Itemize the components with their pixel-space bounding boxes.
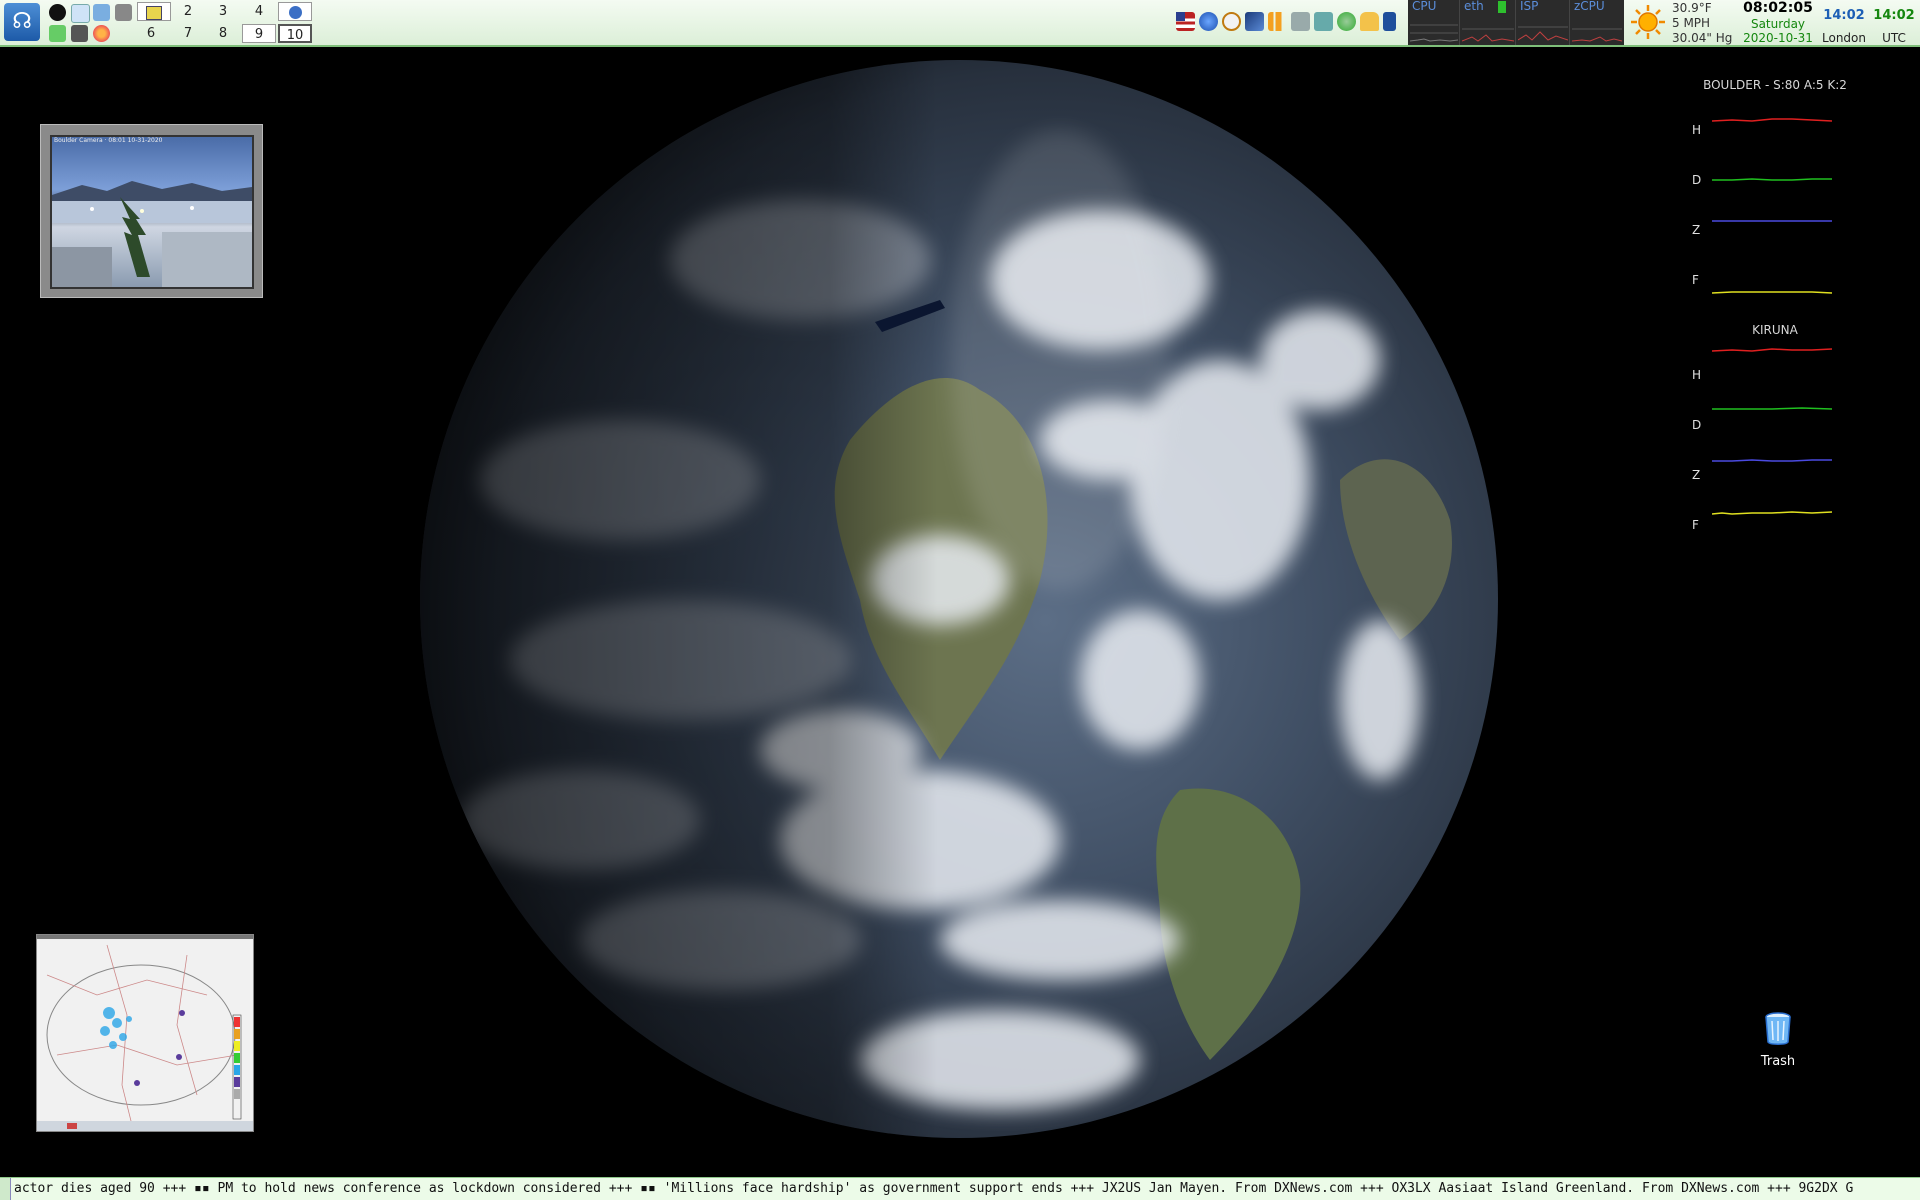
globe-window-icon (288, 6, 302, 19)
boulder-d-label: D (1692, 173, 1702, 187)
app-launcher-icon[interactable] (49, 4, 66, 21)
webcam-scene (52, 181, 252, 287)
local-time: 08:02:05 (1743, 0, 1813, 16)
start-menu-button[interactable]: ☊ (4, 3, 40, 41)
date-text: 2020-10-31 (1743, 31, 1813, 45)
wind-speed-text: 5 MPH (1672, 16, 1711, 30)
desktop-6-button[interactable]: 6 (134, 24, 168, 43)
webcam-caption: Boulder Camera · 08:01 10-31-2020 (54, 137, 163, 144)
globe-icon[interactable] (1199, 12, 1218, 31)
isp-monitor-label: ISP (1520, 0, 1539, 13)
earth-globe-image (420, 60, 1498, 1138)
boulder-f-trace (1712, 291, 1833, 294)
terminal-icon[interactable] (71, 25, 88, 42)
sunny-weather-icon[interactable] (1630, 4, 1666, 40)
kiruna-f-trace (1712, 511, 1833, 515)
kiruna-f-label: F (1692, 518, 1699, 532)
kiruna-d-label: D (1692, 418, 1702, 432)
clock-widget[interactable]: 08:02:05 Saturday 2020-10-31 14:02 Londo… (1738, 0, 1920, 45)
lock-icon[interactable] (1360, 12, 1379, 31)
desktop-10-button[interactable]: 10 (278, 24, 312, 43)
london-time: 14:02 (1823, 8, 1865, 23)
network-icon[interactable] (1337, 12, 1356, 31)
zcpu-monitor-label: zCPU (1574, 0, 1605, 13)
battery-icon[interactable] (1383, 12, 1396, 31)
volume-mute-icon[interactable] (1291, 12, 1310, 31)
kiruna-z-trace (1712, 459, 1832, 462)
webcam-image: Boulder Camera · 08:01 10-31-2020 (50, 135, 254, 289)
boulder-f-label: F (1692, 273, 1699, 287)
desktop-9-button[interactable]: 9 (242, 24, 276, 43)
ticker-drag-handle[interactable] (0, 1178, 11, 1200)
top-panel: ☊ 2 3 4 6 7 8 9 10 CPU eth ISP zCPU 30.9… (0, 0, 1920, 47)
audio-mixer-icon[interactable] (1268, 12, 1287, 31)
eth-monitor-label: eth (1464, 0, 1484, 13)
desktop-7-button[interactable]: 7 (171, 24, 205, 43)
utc-time: 14:02 (1873, 8, 1915, 23)
night-shadow (420, 60, 1498, 1138)
boulder-h-trace (1712, 118, 1833, 122)
trash-can-icon (1765, 1012, 1791, 1045)
speaker-icon[interactable] (1314, 12, 1333, 31)
pressure-text: 30.04" Hg (1672, 31, 1733, 45)
eth-activity-bar (1498, 1, 1506, 13)
us-flag-icon[interactable] (1176, 12, 1195, 31)
kiruna-z-label: Z (1692, 468, 1701, 482)
eth-graph (1462, 28, 1514, 42)
weather-radar-map (37, 935, 253, 1131)
cpu-monitor[interactable]: CPU (1408, 0, 1460, 45)
desktop-8-button[interactable]: 8 (206, 24, 240, 43)
eth-monitor[interactable]: eth (1460, 0, 1516, 45)
ticker-text: actor dies aged 90 +++ ▪▪ PM to hold new… (14, 1181, 1854, 1196)
spreadsheet-icon[interactable] (49, 25, 66, 42)
kiruna-h-trace (1712, 348, 1833, 352)
image-viewer-icon[interactable] (93, 4, 110, 21)
london-label: London (1822, 31, 1866, 45)
boulder-title: BOULDER - S:80 A:5 K:2 (1703, 78, 1847, 92)
temperature-text: 30.9°F (1672, 1, 1712, 15)
earth-globe (420, 60, 1498, 1138)
firefox-icon[interactable] (93, 25, 110, 42)
desktop-2-button[interactable]: 2 (171, 2, 205, 21)
alarm-clock-icon[interactable] (1222, 12, 1241, 31)
trash-desktop-icon[interactable]: Trash (1746, 1012, 1810, 1069)
news-ticker[interactable]: actor dies aged 90 +++ ▪▪ PM to hold new… (0, 1177, 1920, 1200)
start-logo-icon: ☊ (12, 9, 32, 34)
system-monitors: CPU eth ISP zCPU (1408, 0, 1624, 45)
kiruna-d-trace (1712, 407, 1833, 410)
isp-graph (1518, 26, 1568, 41)
magnifier-icon[interactable] (71, 4, 90, 23)
webcam-widget[interactable]: Boulder Camera · 08:01 10-31-2020 (40, 124, 263, 298)
zcpu-monitor[interactable]: zCPU (1570, 0, 1624, 45)
desktop-5-button[interactable] (278, 2, 312, 21)
cpu-monitor-label: CPU (1412, 0, 1437, 13)
boulder-h-label: H (1692, 123, 1702, 137)
desktop-4-button[interactable]: 4 (242, 2, 276, 21)
desktop-1-icon (146, 6, 162, 20)
cpu-graph (1410, 24, 1458, 42)
screenshot-icon[interactable] (1245, 12, 1264, 31)
kiruna-h-label: H (1692, 368, 1702, 382)
printer-icon[interactable] (115, 4, 132, 21)
magnetometer-graphs (1712, 118, 1833, 515)
weather-radar-widget[interactable] (36, 934, 254, 1132)
day-of-week: Saturday (1750, 17, 1806, 31)
isp-monitor[interactable]: ISP (1516, 0, 1570, 45)
boulder-d-trace (1712, 178, 1832, 181)
utc-label: UTC (1882, 31, 1906, 45)
zcpu-graph (1572, 28, 1622, 42)
flag-canton (1176, 12, 1185, 21)
desktop-1-button[interactable] (137, 2, 171, 21)
boulder-z-label: Z (1692, 223, 1701, 237)
trash-label: Trash (1760, 1054, 1796, 1069)
desktop-3-button[interactable]: 3 (206, 2, 240, 21)
